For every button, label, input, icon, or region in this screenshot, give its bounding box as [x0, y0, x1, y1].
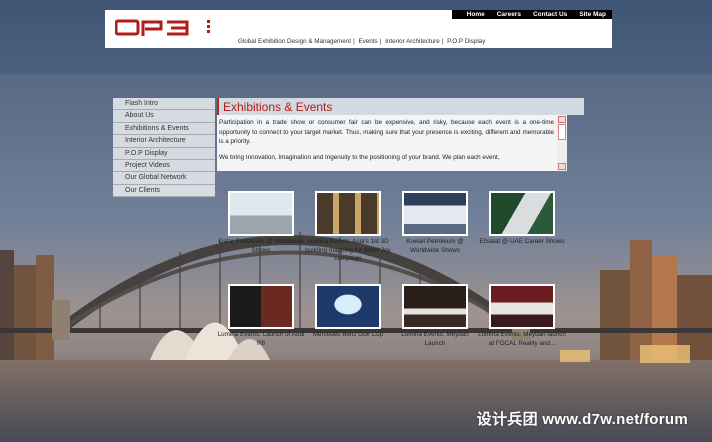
project-thumbnail[interactable]: Kuwait Petroleum @ Worldwide Shows — [391, 191, 479, 255]
project-image[interactable] — [402, 284, 468, 329]
project-caption: Kuwait Petroleum @ Worldwide Shows — [406, 238, 464, 254]
nav-home-link[interactable]: Home — [467, 11, 485, 18]
project-thumbnail[interactable]: Lumina Events: Meydan Launch — [391, 284, 479, 348]
scroll-up-button[interactable] — [558, 116, 566, 123]
second-paragraph: We bring Innovation, Imagination and Ing… — [219, 153, 500, 161]
project-thumbnail[interactable]: Lumina Events: Asia's 1st 3D building ma… — [304, 191, 392, 264]
top-nav: Home Careers Contact Us Site Map — [452, 10, 612, 19]
watermark: 设计兵团 www.d7w.net/forum — [476, 411, 688, 428]
project-thumbnail[interactable]: Etisalat @ UAE Career Shows — [478, 191, 566, 247]
project-caption: Lumina Events: Meydan launch at FOCAL Re… — [478, 331, 566, 347]
project-caption: Lumina Events: Meydan Launch — [401, 331, 469, 347]
project-thumbnail[interactable]: Mercedes Benz Golf Cup — [304, 284, 392, 340]
scroll-down-button[interactable] — [558, 163, 566, 170]
site-header: Home Careers Contact Us Site Map Global … — [105, 10, 612, 48]
nav-sitemap-link[interactable]: Site Map — [579, 11, 606, 18]
project-image[interactable] — [489, 191, 555, 236]
menu-item-exhibitions-events[interactable]: Exhibitions & Events — [113, 122, 215, 136]
project-image[interactable] — [402, 191, 468, 236]
project-thumbnail[interactable]: Lumina Events: Meydan launch at FOCAL Re… — [478, 284, 566, 348]
project-image[interactable] — [228, 191, 294, 236]
menu-item-interior-architecture[interactable]: Interior Architecture — [113, 135, 215, 148]
menu-item-our-clients[interactable]: Our Clients — [113, 184, 215, 198]
content-header: Exhibitions & Events — [217, 98, 584, 115]
menu-item-project-videos[interactable]: Project Videos — [113, 159, 215, 173]
project-image[interactable] — [489, 284, 555, 329]
menu-item-global-network[interactable]: Our Global Network — [113, 172, 215, 185]
content-scrollbar[interactable] — [557, 115, 567, 171]
menu-item-about-us[interactable]: About Us — [113, 110, 215, 123]
project-caption: Etisalat @ UAE Career Shows — [479, 238, 565, 245]
project-image[interactable] — [315, 191, 381, 236]
tagline-link-pop[interactable]: P.O.P Display — [447, 38, 485, 45]
tagline-link-events[interactable]: Events — [358, 38, 377, 45]
op3-logo[interactable] — [115, 19, 190, 37]
nav-careers-link[interactable]: Careers — [497, 11, 521, 18]
project-caption: Mercedes Benz Golf Cup — [312, 331, 384, 338]
page-title: Exhibitions & Events — [223, 100, 333, 114]
project-caption: Qatar Petroleum @ Worldwide Shows — [218, 238, 304, 254]
tagline-links: Global Exhibition Design & Management | E… — [238, 38, 486, 45]
project-caption: Lumina Events: Launch of Audi R8 — [217, 331, 305, 347]
tagline-link-exhibition[interactable]: Global Exhibition Design & Management — [238, 38, 351, 45]
project-thumbnail[interactable]: Lumina Events: Launch of Audi R8 — [217, 284, 305, 348]
content-text-box[interactable]: Participation in a trade show or consume… — [217, 115, 557, 171]
logo-dots-icon — [207, 20, 210, 33]
scroll-thumb[interactable] — [558, 124, 566, 140]
project-caption: Lumina Events: Asia's 1st 3D building ma… — [305, 238, 391, 263]
project-thumbnail[interactable]: Qatar Petroleum @ Worldwide Shows — [217, 191, 305, 255]
tagline-link-interior[interactable]: Interior Architecture — [385, 38, 440, 45]
menu-item-pop-display[interactable]: P.O.P Display — [113, 147, 215, 160]
menu-item-flash-intro[interactable]: Flash Intro — [113, 98, 215, 111]
project-image[interactable] — [228, 284, 294, 329]
project-image[interactable] — [315, 284, 381, 329]
intro-paragraph: Participation in a trade show or consume… — [219, 119, 554, 145]
nav-contact-link[interactable]: Contact Us — [533, 11, 567, 18]
side-menu: Flash Intro About Us Exhibitions & Event… — [113, 98, 215, 198]
